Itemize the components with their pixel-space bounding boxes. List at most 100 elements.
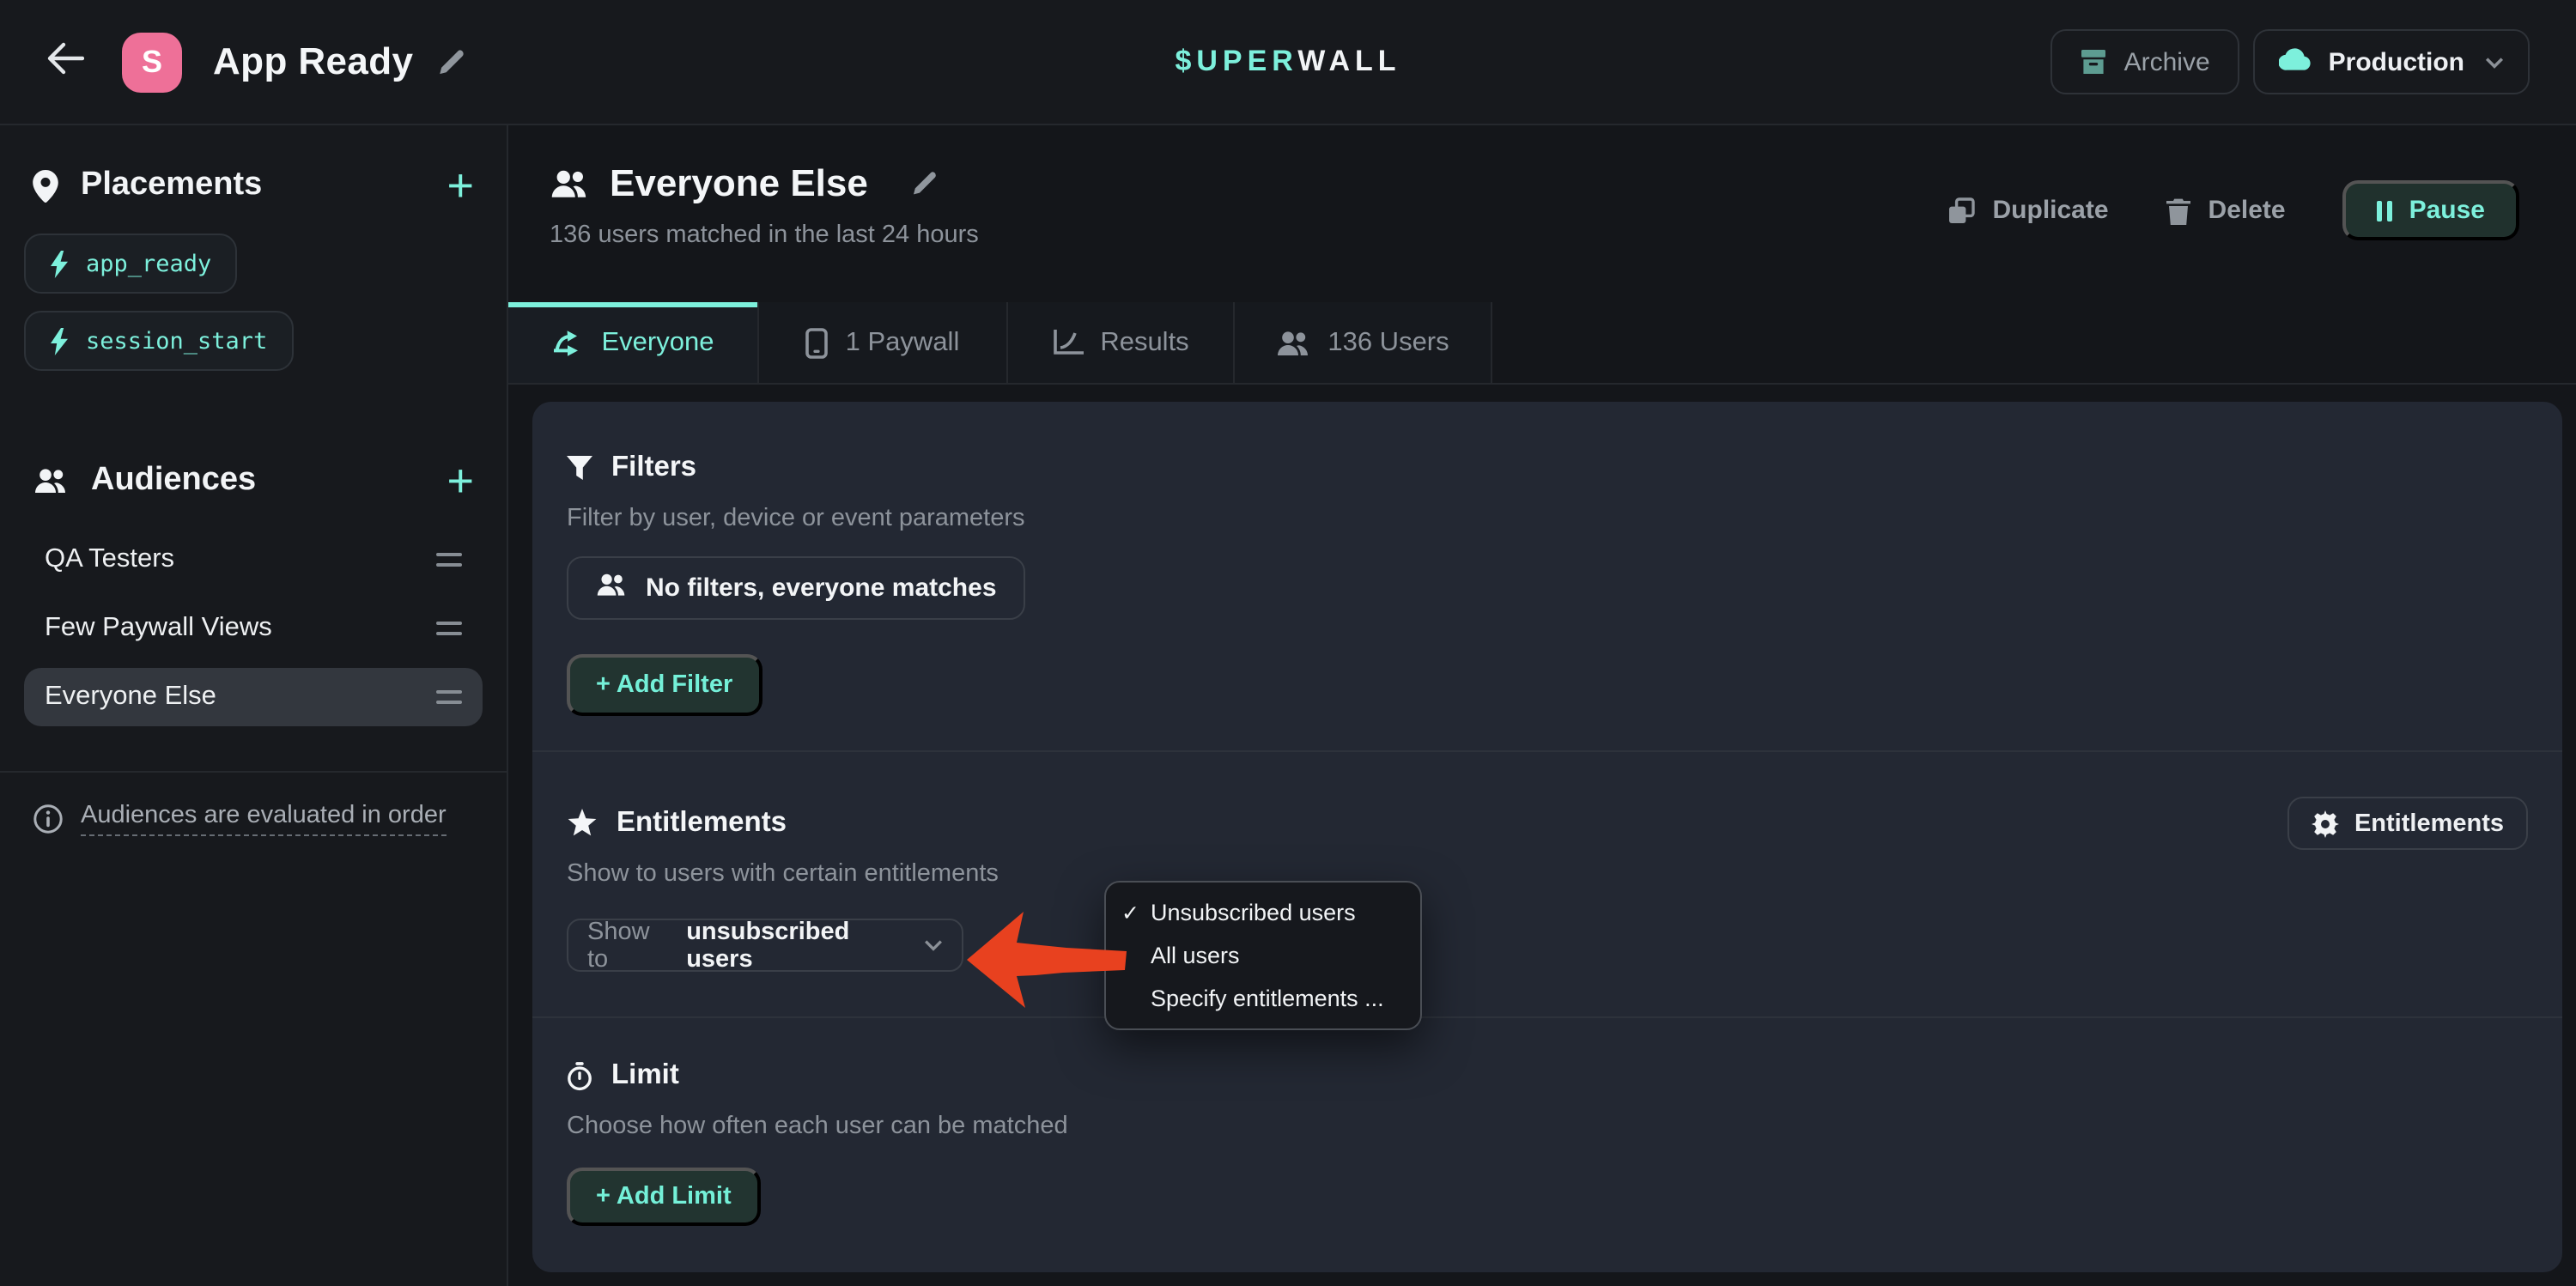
placement-label: app_ready xyxy=(86,250,211,277)
drag-handle-icon[interactable] xyxy=(436,622,462,635)
users-icon xyxy=(33,467,69,494)
filters-subtitle: Filter by user, device or event paramete… xyxy=(567,505,2528,532)
limit-section: Limit Choose how often each user can be … xyxy=(532,1018,2562,1226)
menu-item-unsubscribed-users[interactable]: ✓ Unsubscribed users xyxy=(1106,891,1420,934)
audience-item-everyone-else[interactable]: Everyone Else xyxy=(24,668,483,726)
audience-subtitle: 136 users matched in the last 24 hours xyxy=(550,221,979,249)
tab-label: Results xyxy=(1100,327,1188,358)
entitlements-settings-label: Entitlements xyxy=(2354,810,2504,837)
filters-section: Filters Filter by user, device or event … xyxy=(532,402,2562,750)
no-filters-chip: No filters, everyone matches xyxy=(567,556,1026,620)
add-filter-button[interactable]: + Add Filter xyxy=(567,654,762,716)
stopwatch-icon xyxy=(567,1060,592,1091)
audience-content: Filters Filter by user, device or event … xyxy=(508,385,2576,1286)
add-audience-button[interactable]: + xyxy=(447,462,474,500)
main-panel: Everyone Else 136 users matched in the l… xyxy=(508,125,2576,1286)
star-icon xyxy=(567,809,598,838)
pause-icon xyxy=(2377,200,2392,221)
audience-label: QA Testers xyxy=(45,544,174,575)
topbar-actions: Archive Production xyxy=(2050,29,2530,94)
dropdown-value: unsubscribed users xyxy=(686,918,910,973)
audiences-title: Audiences xyxy=(91,462,256,500)
no-filters-label: No filters, everyone matches xyxy=(646,573,997,603)
delete-label: Delete xyxy=(2208,196,2286,225)
duplicate-icon xyxy=(1948,197,1976,224)
edit-app-title-icon[interactable] xyxy=(435,47,465,76)
audience-label: Everyone Else xyxy=(45,682,216,713)
menu-item-all-users[interactable]: All users xyxy=(1106,934,1420,977)
menu-item-specify-entitlements[interactable]: Specify entitlements ... xyxy=(1106,977,1420,1020)
placement-item-session-start[interactable]: session_start xyxy=(24,311,293,371)
app-icon[interactable]: S xyxy=(122,32,182,92)
superwall-logo: $UPERWALL xyxy=(1175,45,1400,79)
filters-title: Filters xyxy=(611,452,696,484)
logo-dollar-part: $UPER xyxy=(1175,45,1297,77)
users-icon xyxy=(550,168,589,199)
archive-box-icon xyxy=(2080,48,2107,76)
menu-item-label: Specify entitlements ... xyxy=(1151,986,1384,1011)
audiences-header: Audiences + xyxy=(24,462,483,500)
archive-button[interactable]: Archive xyxy=(2050,29,2239,94)
audience-actions: Duplicate Delete Pause xyxy=(1948,180,2520,240)
archive-label: Archive xyxy=(2124,47,2210,76)
add-placement-button[interactable]: + xyxy=(447,167,474,204)
logo-wall-part: WALL xyxy=(1297,45,1400,77)
edit-audience-name-icon[interactable] xyxy=(911,170,939,197)
entitlements-title: Entitlements xyxy=(617,807,787,840)
phone-icon xyxy=(806,327,829,358)
pause-label: Pause xyxy=(2409,196,2485,225)
cloud-icon xyxy=(2279,47,2312,76)
tab-bar: Everyone 1 Paywall Results xyxy=(508,302,2576,385)
trash-icon xyxy=(2166,197,2191,224)
topbar: S App Ready $UPERWALL Archive Production xyxy=(0,0,2576,125)
tab-label: 1 Paywall xyxy=(846,327,960,358)
sidebar-divider xyxy=(0,771,507,773)
funnel-icon xyxy=(567,455,592,481)
limit-title: Limit xyxy=(611,1059,679,1092)
tab-results[interactable]: Results xyxy=(1008,302,1235,383)
show-to-dropdown[interactable]: Show to unsubscribed users xyxy=(567,919,963,972)
drag-handle-icon[interactable] xyxy=(436,690,462,704)
limit-subtitle: Choose how often each user can be matche… xyxy=(567,1113,2528,1140)
users-icon xyxy=(1276,329,1310,356)
info-icon xyxy=(33,804,64,834)
audience-item-few-paywall-views[interactable]: Few Paywall Views xyxy=(24,599,483,658)
placement-item-app-ready[interactable]: app_ready xyxy=(24,234,237,294)
placement-label: session_start xyxy=(86,327,267,355)
back-button[interactable] xyxy=(46,40,84,83)
superwall-dashboard: S App Ready $UPERWALL Archive Production xyxy=(0,0,2576,1286)
gear-icon xyxy=(2312,810,2339,837)
tab-paywall[interactable]: 1 Paywall xyxy=(759,302,1008,383)
tab-users[interactable]: 136 Users xyxy=(1235,302,1492,383)
tab-bar-filler xyxy=(1492,302,2576,383)
delete-button[interactable]: Delete xyxy=(2166,196,2286,225)
audience-order-note-text: Audiences are evaluated in order xyxy=(81,802,447,836)
duplicate-button[interactable]: Duplicate xyxy=(1948,196,2109,225)
menu-item-label: All users xyxy=(1151,943,1240,968)
pause-button[interactable]: Pause xyxy=(2342,180,2519,240)
add-limit-button[interactable]: + Add Limit xyxy=(567,1168,761,1226)
environment-selector[interactable]: Production xyxy=(2253,29,2530,94)
audience-item-qa-testers[interactable]: QA Testers xyxy=(24,531,483,589)
tab-label: 136 Users xyxy=(1327,327,1449,358)
app-title: App Ready xyxy=(213,39,413,84)
audience-label: Few Paywall Views xyxy=(45,613,272,644)
drag-handle-icon[interactable] xyxy=(436,553,462,567)
chevron-down-icon xyxy=(924,939,943,951)
entitlements-settings-button[interactable]: Entitlements xyxy=(2287,797,2528,850)
audience-card: Filters Filter by user, device or event … xyxy=(532,402,2562,1272)
placements-title: Placements xyxy=(81,167,262,204)
chart-icon xyxy=(1052,329,1083,356)
audience-list: QA Testers Few Paywall Views Everyone El… xyxy=(24,531,483,726)
arrow-left-icon xyxy=(46,40,84,83)
duplicate-label: Duplicate xyxy=(1993,196,2109,225)
users-icon xyxy=(596,572,627,604)
entitlements-dropdown-menu: ✓ Unsubscribed users All users Specify e… xyxy=(1104,881,1422,1030)
red-annotation-arrow xyxy=(963,903,1130,1025)
tab-everyone[interactable]: Everyone xyxy=(508,302,759,383)
dropdown-prefix: Show to xyxy=(587,918,672,973)
audience-title: Everyone Else xyxy=(610,161,868,206)
tab-label: Everyone xyxy=(602,327,714,358)
placement-list: app_ready session_start xyxy=(24,234,483,371)
entitlements-section: Entitlements Show to users with certain … xyxy=(532,752,2562,1016)
